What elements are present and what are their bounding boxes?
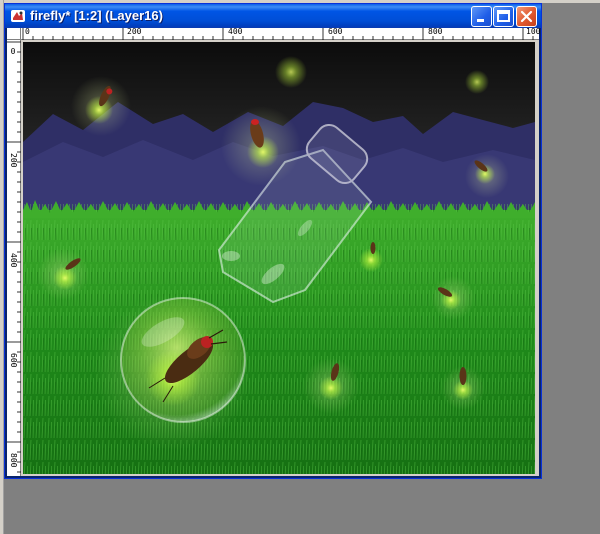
ruler-label: 800 xyxy=(9,452,18,468)
image-document-window[interactable]: firefly* [1:2] (Layer16) 0 200 400 600 8… xyxy=(4,3,542,479)
image-canvas[interactable] xyxy=(23,42,535,474)
ruler-label: 0 xyxy=(10,47,16,56)
ruler-label: 600 xyxy=(9,352,18,368)
firefly xyxy=(431,276,475,320)
firefly xyxy=(465,154,509,198)
ruler-label: 400 xyxy=(228,27,243,36)
close-button[interactable] xyxy=(516,6,537,27)
horizontal-ruler[interactable]: 0 200 400 600 800 100 xyxy=(7,27,541,40)
firefly xyxy=(303,358,359,414)
window-title: firefly* [1:2] (Layer16) xyxy=(30,8,163,23)
ruler-label: 200 xyxy=(127,27,142,36)
vertical-ruler[interactable]: 0 200 400 600 800 xyxy=(7,40,21,476)
document-area: 0 200 400 600 800 100 0 200 400 600 800 xyxy=(7,27,541,476)
firefly xyxy=(71,76,131,136)
firefly xyxy=(441,366,485,410)
ruler-label: 100 xyxy=(526,27,541,36)
minimize-icon xyxy=(477,19,484,22)
firefly xyxy=(221,106,301,186)
ruler-label: 400 xyxy=(9,252,18,268)
firefly xyxy=(37,248,89,300)
ruler-label: 0 xyxy=(25,27,30,36)
firefly-artwork xyxy=(23,42,535,474)
minimize-button[interactable] xyxy=(471,6,492,27)
ruler-label: 600 xyxy=(328,27,343,36)
bubble-firefly xyxy=(95,294,251,450)
title-bar[interactable]: firefly* [1:2] (Layer16) xyxy=(5,4,541,28)
ruler-label: 200 xyxy=(9,152,18,168)
ruler-corner[interactable] xyxy=(7,28,21,40)
paint-app-icon[interactable] xyxy=(10,8,26,24)
close-icon xyxy=(520,10,533,23)
ruler-label: 800 xyxy=(428,27,443,36)
maximize-button[interactable] xyxy=(493,6,514,27)
maximize-icon xyxy=(497,10,510,22)
